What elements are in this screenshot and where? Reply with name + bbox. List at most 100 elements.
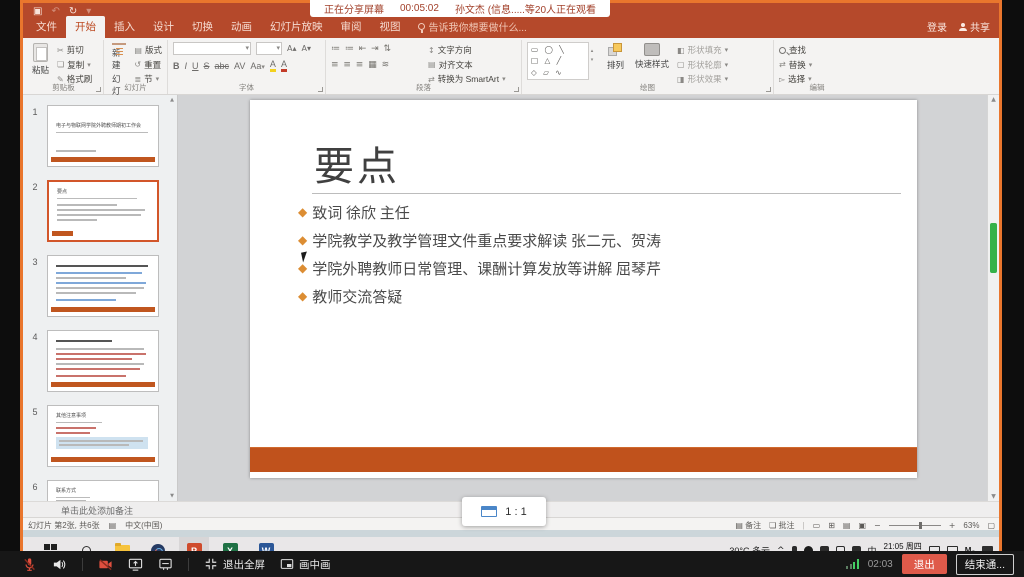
clipboard-dialog-launcher[interactable] — [96, 87, 101, 92]
fill-dropdown-icon: ▾ — [725, 46, 729, 54]
quick-styles-button[interactable]: 快速样式 — [632, 42, 672, 81]
thumbnail-slide-5[interactable]: 5 其他注意事项 — [23, 405, 177, 467]
slide-title[interactable]: 要点 — [314, 134, 400, 192]
tab-insert[interactable]: 插入 — [105, 16, 144, 38]
bullet-item[interactable]: 致词 徐欣 主任 — [298, 198, 661, 226]
replace-button[interactable]: ⇄替换▾ — [779, 59, 812, 71]
char-spacing-button[interactable]: AV — [234, 61, 245, 71]
scroll-down-icon[interactable]: ▼ — [168, 493, 176, 499]
group-font: A▴ A▾ B I U S abc AV Aa▾ A A 字体 — [168, 40, 326, 94]
comments-toggle[interactable]: ❏ 批注 — [769, 520, 794, 531]
scrollbar-thumb[interactable] — [990, 223, 997, 273]
tab-transitions[interactable]: 切换 — [183, 16, 222, 38]
share-timer: 00:05:02 — [400, 3, 439, 14]
share-status-text: 正在分享屏幕 — [324, 1, 384, 16]
tab-design[interactable]: 设计 — [144, 16, 183, 38]
thumbnail-slide-3[interactable]: 3 — [23, 255, 177, 317]
spellcheck-icon[interactable]: ▤ — [109, 521, 117, 530]
notes-toggle[interactable]: ▤ 备注 — [735, 520, 761, 531]
view-sorter-button[interactable]: ⊞ — [828, 521, 835, 530]
italic-button[interactable]: I — [185, 61, 188, 71]
shape-fill-icon: ◧ — [677, 46, 685, 55]
text-direction-button[interactable]: ↕文字方向 — [428, 44, 506, 56]
view-normal-button[interactable]: ▭ — [813, 521, 821, 530]
view-slideshow-button[interactable]: ▣ — [858, 521, 866, 530]
thumbnail-slide-6[interactable]: 6 联系方式 — [23, 480, 177, 501]
shadow-button[interactable]: abc — [215, 61, 230, 71]
tab-file[interactable]: 文件 — [27, 16, 66, 38]
paragraph-dialog-launcher[interactable] — [514, 87, 519, 92]
thumbnail-slide-4[interactable]: 4 — [23, 330, 177, 392]
share-screen-button[interactable] — [128, 557, 143, 572]
share-button[interactable]: 共享 — [959, 19, 990, 34]
copy-button[interactable]: ❏复制▾ — [57, 59, 92, 71]
highlight-color-button[interactable]: A — [270, 59, 276, 72]
list-indent-buttons[interactable]: ≔ ≔ ⇤ ⇥ ⇅ — [331, 44, 423, 54]
tab-home[interactable]: 开始 — [66, 16, 105, 38]
align-text-button[interactable]: ▤对齐文本 — [428, 59, 506, 71]
replace-dropdown-icon: ▾ — [809, 61, 813, 69]
exit-meeting-button[interactable]: 退出 — [902, 554, 947, 574]
pip-button[interactable]: 画中画 — [280, 557, 331, 572]
bullet-item[interactable]: 教师交流答疑 — [298, 282, 661, 310]
slide-editor[interactable]: 要点 致词 徐欣 主任 学院教学及教学管理文件重点要求解读 张二元、贺涛 学院外… — [250, 100, 917, 478]
camera-off-button[interactable] — [98, 557, 113, 572]
speaker-button[interactable] — [52, 557, 67, 572]
arrange-button[interactable]: 排列 — [604, 42, 627, 81]
reset-button[interactable]: ↺重置 — [134, 59, 162, 71]
tab-view[interactable]: 视图 — [371, 16, 410, 38]
font-color-button[interactable]: A — [281, 59, 287, 72]
bold-button[interactable]: B — [173, 61, 180, 71]
signin-button[interactable]: 登录 — [927, 19, 947, 34]
bullet-item[interactable]: 学院教学及教学管理文件重点要求解读 张二元、贺涛 — [298, 226, 661, 254]
layout-button[interactable]: ▤版式 — [134, 44, 162, 56]
tab-slideshow[interactable]: 幻灯片放映 — [261, 16, 332, 38]
ratio-1-1-button[interactable]: 1 : 1 — [462, 497, 546, 526]
group-label-clipboard: 剪贴板 — [24, 82, 103, 93]
thumbnail-slide-2[interactable]: 2 要点 — [23, 180, 177, 242]
underline-button[interactable]: U — [192, 61, 199, 71]
mic-muted-button[interactable] — [22, 557, 37, 572]
zoom-slider[interactable] — [889, 525, 941, 526]
change-case-button[interactable]: Aa▾ — [250, 61, 265, 71]
tell-me-box[interactable]: 告诉我你想要做什么... — [410, 16, 535, 38]
new-slide-button[interactable]: 新建 幻灯片▾ — [109, 42, 129, 81]
view-reading-button[interactable]: ▤ — [843, 521, 851, 530]
font-size-box[interactable] — [256, 42, 282, 55]
tab-animations[interactable]: 动画 — [222, 16, 261, 38]
slide-body[interactable]: 致词 徐欣 主任 学院教学及教学管理文件重点要求解读 张二元、贺涛 学院外聘教师… — [298, 198, 661, 310]
font-name-box[interactable] — [173, 42, 251, 55]
canvas-scrollbar[interactable]: ▲ ▼ — [987, 95, 999, 501]
thumbnail-slide-1[interactable]: 1 电子与物联网学院外聘教师期初工作会 — [23, 105, 177, 167]
drawing-dialog-launcher[interactable] — [766, 87, 771, 92]
bullet-item[interactable]: 学院外聘教师日常管理、课酬计算发放等讲解 屈琴芹 — [298, 254, 661, 282]
whiteboard-icon — [158, 557, 173, 572]
shapes-gallery[interactable]: ▭ ◯ ╲ □ △ ╱ ◇ ▱ ∿ — [527, 42, 589, 80]
grow-font-button[interactable]: A▴ — [287, 44, 297, 53]
font-dialog-launcher[interactable] — [318, 87, 323, 92]
strikethrough-button[interactable]: S — [204, 61, 210, 71]
thumbnail-scrollbar[interactable]: ▲ ▼ — [168, 97, 176, 499]
whiteboard-button[interactable] — [158, 557, 173, 572]
find-button[interactable]: 查找 — [779, 44, 812, 56]
scroll-up-icon[interactable]: ▲ — [988, 96, 999, 103]
thumb-number: 6 — [23, 480, 47, 501]
shape-outline-button[interactable]: ▢形状轮廓▾ — [677, 59, 728, 71]
shrink-font-button[interactable]: A▾ — [302, 44, 312, 53]
reset-icon: ↺ — [134, 60, 141, 69]
fit-to-window-button[interactable]: ▢ — [987, 521, 995, 530]
cut-button[interactable]: ✂剪切 — [57, 44, 92, 56]
zoom-slider-thumb[interactable] — [919, 522, 922, 529]
zoom-level[interactable]: 63% — [963, 521, 979, 530]
language-indicator[interactable]: 中文(中国) — [125, 520, 162, 531]
paste-button[interactable]: 粘贴 — [29, 42, 52, 81]
end-call-button[interactable]: 结束通... — [956, 554, 1014, 575]
zoom-out-button[interactable]: − — [874, 521, 881, 530]
alignment-buttons[interactable]: ≡ ≡ ≡ ▦ ≋ — [331, 57, 423, 70]
zoom-in-button[interactable]: + — [949, 521, 956, 530]
shape-fill-button[interactable]: ◧形状填充▾ — [677, 44, 728, 56]
scroll-up-icon[interactable]: ▲ — [170, 97, 174, 103]
exit-fullscreen-button[interactable]: 退出全屏 — [204, 557, 265, 572]
scroll-down-icon[interactable]: ▼ — [988, 493, 999, 500]
tab-review[interactable]: 审阅 — [332, 16, 371, 38]
